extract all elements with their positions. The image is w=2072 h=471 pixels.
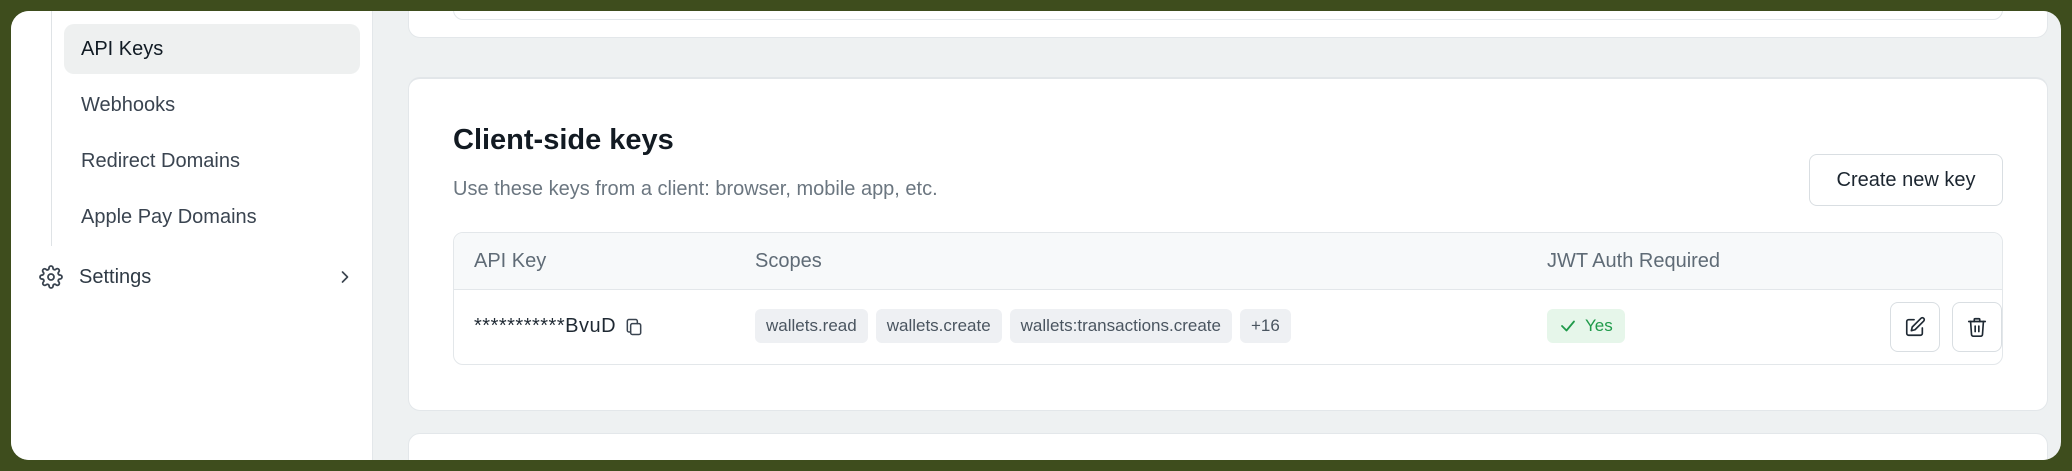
app-window: API Keys Webhooks Redirect Domains Apple… [11, 11, 2061, 460]
scope-chip: wallets.create [875, 309, 1002, 343]
scope-chip: wallets:transactions.create [1009, 309, 1232, 343]
edit-icon [1905, 316, 1926, 337]
delete-key-button[interactable] [1952, 302, 2002, 352]
sidebar-item-label: Webhooks [81, 93, 176, 116]
previous-section-card [408, 11, 2048, 38]
check-icon [1561, 320, 1575, 332]
sidebar-item-webhooks[interactable]: Webhooks [64, 80, 360, 130]
sidebar-item-redirect-domains[interactable]: Redirect Domains [64, 136, 360, 186]
copy-icon[interactable] [624, 317, 644, 337]
scope-chip: wallets.read [755, 309, 868, 343]
column-header-scopes: Scopes [755, 250, 822, 272]
api-key-value: ***********BvuD [474, 315, 617, 337]
keys-table: API Key Scopes JWT Auth Required *******… [453, 232, 2003, 365]
nav-rail-line [51, 11, 52, 246]
previous-table-edge [453, 11, 2003, 20]
edit-key-button[interactable] [1890, 302, 1940, 352]
table-row: ***********BvuD wallets.read wallets.cre… [454, 290, 2002, 364]
table-header: API Key Scopes JWT Auth Required [454, 233, 2002, 290]
trash-icon [1967, 317, 1987, 337]
sidebar-item-settings[interactable]: Settings [39, 260, 355, 294]
api-key-cell: ***********BvuD [474, 315, 644, 338]
sidebar: API Keys Webhooks Redirect Domains Apple… [11, 11, 373, 460]
create-new-key-button[interactable]: Create new key [1809, 154, 2003, 206]
sidebar-item-label: Redirect Domains [81, 149, 240, 172]
sidebar-item-label: API Keys [81, 37, 164, 60]
sidebar-item-label: Apple Pay Domains [81, 205, 257, 228]
settings-label: Settings [79, 265, 152, 288]
next-section-card [408, 433, 2048, 460]
more-scopes-chip[interactable]: +16 [1239, 309, 1291, 343]
jwt-status-badge: Yes [1547, 309, 1625, 343]
section-description: Use these keys from a client: browser, m… [453, 178, 938, 200]
scopes-cell: wallets.read wallets.create wallets:tran… [755, 309, 1291, 343]
sidebar-item-api-keys[interactable]: API Keys [64, 24, 360, 74]
jwt-status-label: Yes [1585, 316, 1613, 335]
column-header-api-key: API Key [474, 250, 547, 272]
client-side-keys-card: Client-side keys Use these keys from a c… [408, 77, 2048, 411]
sidebar-item-apple-pay-domains[interactable]: Apple Pay Domains [64, 192, 360, 242]
gear-icon [39, 265, 63, 289]
chevron-right-icon [341, 271, 349, 283]
column-header-jwt-auth: JWT Auth Required [1547, 250, 1721, 272]
section-title: Client-side keys [453, 124, 674, 156]
